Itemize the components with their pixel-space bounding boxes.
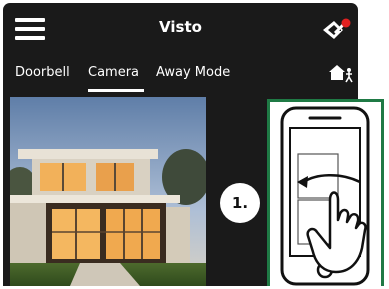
home-person-icon[interactable] — [327, 62, 355, 84]
tab-bar: Doorbell Camera Away Mode — [3, 59, 358, 92]
brand-logo-icon[interactable] — [321, 17, 353, 43]
tab-away-mode[interactable]: Away Mode — [156, 65, 230, 80]
app-title: Visto — [159, 18, 202, 36]
swipe-instruction-panel — [267, 99, 384, 286]
tab-camera[interactable]: Camera — [88, 65, 139, 80]
top-bar: Visto — [3, 3, 358, 53]
phone-swipe-gesture-icon — [280, 106, 370, 286]
tab-selected-indicator — [88, 89, 144, 92]
camera-preview-image[interactable] — [10, 97, 206, 286]
step-number-badge: 1. — [220, 183, 260, 223]
tab-doorbell[interactable]: Doorbell — [15, 65, 70, 80]
notification-dot — [341, 18, 351, 28]
